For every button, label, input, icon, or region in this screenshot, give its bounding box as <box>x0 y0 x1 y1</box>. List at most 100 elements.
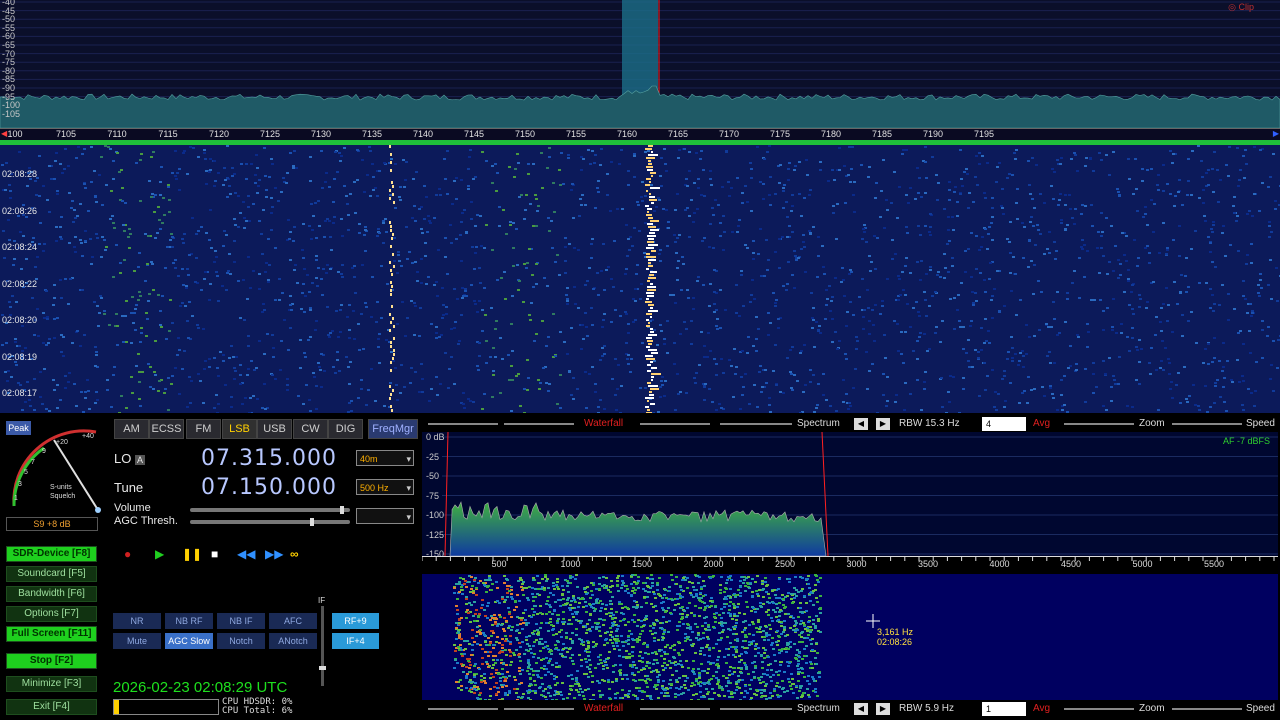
freq-tick: 7185 <box>871 129 893 139</box>
freq-tick: 7165 <box>667 129 689 139</box>
side-button-options[interactable]: Options [F7] <box>6 606 97 622</box>
waterfall-timestamp: 02:08:17 <box>2 388 38 398</box>
if-slider-knob[interactable] <box>319 666 326 670</box>
waterfall2-slider-2[interactable] <box>504 708 574 710</box>
rbw2-right-icon[interactable]: ▶ <box>876 703 890 715</box>
af-spectrum-toolbar: Waterfall Spectrum ◀ ▶ RBW 15.3 Hz 4 Avg… <box>422 417 1280 431</box>
speed-slider[interactable] <box>1172 423 1242 425</box>
tune-label: Tune <box>114 480 144 495</box>
zoom-label: Zoom <box>1139 418 1165 429</box>
speed2-slider[interactable] <box>1172 708 1242 710</box>
rewind-icon[interactable]: ◀◀ <box>237 547 255 561</box>
rbw-left-icon[interactable]: ◀ <box>854 418 868 430</box>
filter-button-notch[interactable]: Notch <box>217 633 265 649</box>
af-freq-tick: 4500 <box>1060 559 1082 569</box>
mode-button-lsb[interactable]: LSB <box>222 419 257 439</box>
ruler-right-arrow-icon[interactable]: ▶ <box>1273 129 1279 138</box>
af-filter-low-edge[interactable] <box>444 432 449 556</box>
agc-thresh-label: AGC Thresh. <box>114 515 178 527</box>
af-db-tick: -125 <box>426 529 445 540</box>
zoom-slider[interactable] <box>1064 423 1134 425</box>
filter-button-nb-rf[interactable]: NB RF <box>165 613 213 629</box>
volume-slider-knob[interactable] <box>340 506 344 514</box>
chevron-down-icon: ▾ <box>406 512 411 522</box>
rbw-right-icon[interactable]: ▶ <box>876 418 890 430</box>
waterfall2-slider-1[interactable] <box>428 708 498 710</box>
spectrum2-slider-2[interactable] <box>720 708 792 710</box>
af-waterfall-image <box>453 574 822 700</box>
side-button-sdr-device[interactable]: SDR-Device [F8] <box>6 546 97 562</box>
play-icon[interactable]: ▶ <box>155 547 164 561</box>
waterfall-slider-1[interactable] <box>428 423 498 425</box>
record-icon[interactable]: ● <box>124 547 131 561</box>
mode-button-fm[interactable]: FM <box>186 419 221 439</box>
freq-tick: 7115 <box>158 129 178 139</box>
rbw2-left-icon[interactable]: ◀ <box>854 703 868 715</box>
mode-button-dig[interactable]: DIG <box>328 419 363 439</box>
s-scale-7: 7 <box>31 459 35 466</box>
loop-icon[interactable]: ∞ <box>290 547 299 561</box>
filter-button-anotch[interactable]: ANotch <box>269 633 317 649</box>
volume-slider[interactable] <box>190 506 350 514</box>
fast-forward-icon[interactable]: ▶▶ <box>265 547 283 561</box>
waterfall-timestamp: 02:08:20 <box>2 315 38 325</box>
mode-button-am[interactable]: AM <box>114 419 149 439</box>
filter-button-agc-slow[interactable]: AGC Slow <box>165 633 213 649</box>
af-spectrum-display[interactable]: 0 dB -25 -50 -75 -100 -125 -150 AF -7 dBFS <box>422 432 1278 556</box>
chevron-down-icon: ▾ <box>406 454 411 464</box>
if-gain-button[interactable]: IF+4 <box>332 633 379 649</box>
tune-step-select[interactable]: 500 Hz ▾ <box>356 479 414 495</box>
agc-select[interactable]: ▾ <box>356 508 414 524</box>
af-freq-tick: 3000 <box>846 559 867 569</box>
tune-frequency-display[interactable]: 07.150.000 <box>201 475 337 500</box>
side-button-stop[interactable]: Stop [F2] <box>6 653 97 669</box>
ruler-left-arrow-icon[interactable]: ◀ <box>1 129 7 138</box>
cpu-bar-fill <box>114 700 119 714</box>
s-scale-plus40: +40 <box>82 433 94 440</box>
agc-thresh-slider[interactable] <box>190 518 350 526</box>
if-slider[interactable] <box>319 606 326 686</box>
freq-tick: 7110 <box>107 129 127 139</box>
side-button-minimize[interactable]: Minimize [F3] <box>6 676 97 692</box>
lo-tag[interactable]: A <box>134 455 145 465</box>
filter-button-nr[interactable]: NR <box>113 613 161 629</box>
af-freq-tick: 5500 <box>1203 559 1225 569</box>
side-button-full[interactable]: Full Screen [F11] <box>6 626 97 642</box>
mode-button-cw[interactable]: CW <box>293 419 328 439</box>
side-button-exit[interactable]: Exit [F4] <box>6 699 97 715</box>
filter-button-nb-if[interactable]: NB IF <box>217 613 265 629</box>
af-freq-tick: 1500 <box>631 559 653 569</box>
squelch-knob[interactable] <box>95 507 101 513</box>
af-frequency-ruler[interactable]: 500 1000 1500 2000 2500 3000 3500 4000 4500 5000 5… <box>421 556 1278 575</box>
lo-frequency-display[interactable]: 07.315.000 <box>201 446 337 471</box>
af-waterfall-display[interactable] <box>422 574 1278 700</box>
freqmgr-button[interactable]: FreqMgr <box>368 419 418 439</box>
avg-select-value: 4 <box>986 419 992 429</box>
spectrum-slider-1[interactable] <box>640 423 710 425</box>
zoom2-slider[interactable] <box>1064 708 1134 710</box>
agc-thresh-slider-knob[interactable] <box>310 518 314 526</box>
mode-button-usb[interactable]: USB <box>257 419 292 439</box>
rf-gain-button[interactable]: RF+9 <box>332 613 379 629</box>
avg-select[interactable]: 4 <box>982 417 1026 431</box>
side-button-soundcard[interactable]: Soundcard [F5] <box>6 566 97 582</box>
spectrum2-slider-1[interactable] <box>640 708 710 710</box>
avg2-select[interactable]: 1 <box>982 702 1026 716</box>
stop-icon[interactable]: ■ <box>211 547 218 561</box>
rf-spectrum-display[interactable]: -40 -45 -50 -55 -60 -65 -70 -75 -80 -85 -90 -95 -100… <box>0 0 1280 128</box>
band-select[interactable]: 40m ▾ <box>356 450 414 466</box>
filter-button-afc[interactable]: AFC <box>269 613 317 629</box>
cursor-frequency: 3,161 Hz <box>877 627 914 637</box>
cpu-total: CPU Total: 6% <box>222 706 293 716</box>
spectrum-slider-2[interactable] <box>720 423 792 425</box>
waterfall-slider-2[interactable] <box>504 423 574 425</box>
peak-button[interactable]: Peak <box>6 421 31 435</box>
af-db-tick: -100 <box>426 510 445 520</box>
clip-icon: ◎ <box>1228 2 1239 12</box>
mode-button-ecss[interactable]: ECSS <box>149 419 184 439</box>
pause-icon[interactable]: ❚❚ <box>182 547 202 561</box>
filter-button-mute[interactable]: Mute <box>113 633 161 649</box>
af-freq-tick: 4000 <box>989 559 1010 569</box>
rf-waterfall-display[interactable]: 02:08:28 02:08:26 02:08:24 02:08:22 02:08:20… <box>0 145 1280 413</box>
side-button-bandwidth[interactable]: Bandwidth [F6] <box>6 586 97 602</box>
